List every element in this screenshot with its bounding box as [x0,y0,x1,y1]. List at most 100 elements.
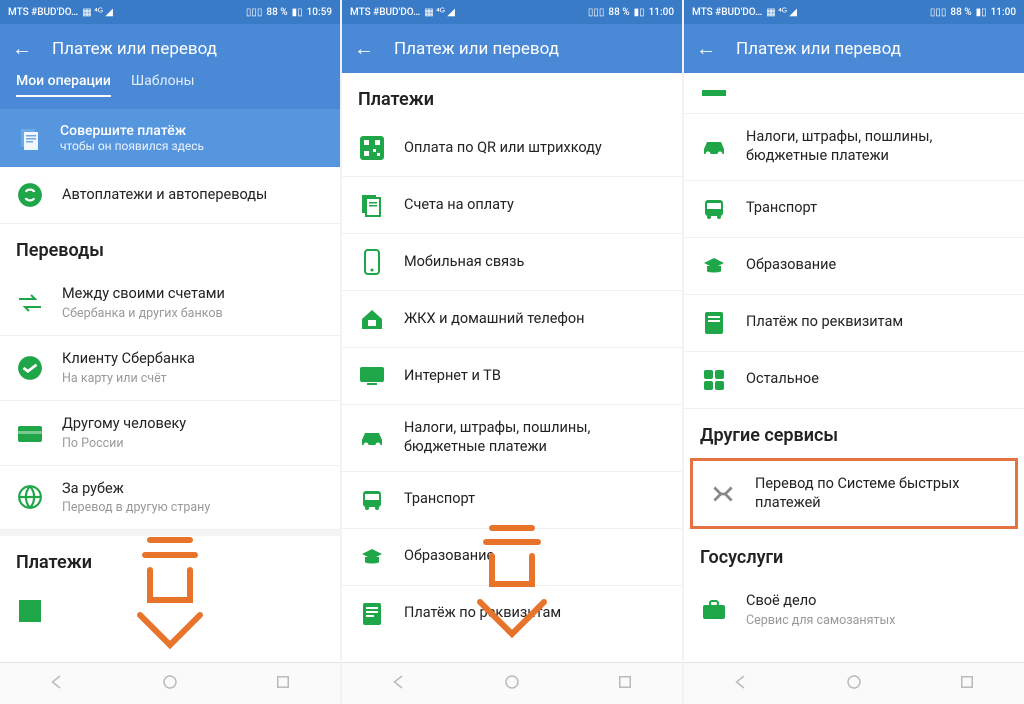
tab-my-operations[interactable]: Мои операции [16,73,111,97]
row-transport[interactable]: Транспорт [684,181,1024,238]
row-mobile[interactable]: Мобильная связь [342,234,682,291]
navbar [0,662,340,704]
nav-back-icon[interactable] [390,673,408,695]
row-sber-client[interactable]: Клиенту Сбербанка На карту или счёт [0,336,340,401]
row-title: Между своими счетами [62,285,225,304]
row-taxes[interactable]: Налоги, штрафы, пошлины, бюджетные плате… [684,114,1024,181]
nav-recent-icon[interactable] [616,673,634,695]
nav-back-icon[interactable] [732,673,750,695]
row-title: Перевод по Системе быстрых платежей [755,475,999,513]
back-icon[interactable]: ← [354,36,374,61]
education-icon [700,252,728,280]
battery-icon: ▮▯ [292,7,303,18]
row-title: Клиенту Сбербанка [62,350,195,369]
payments-heading: Платежи [0,536,340,583]
screen-2: MTS #BUD'DO… ▦ ⁴ᴳ ◢ ▯▯▯ 88 % ▮▯ 11:00 ← … [342,0,682,704]
carrier-label: MTS #BUD'DO… [350,7,420,18]
row-title: Платёж по реквизитам [746,313,903,332]
row-title: Налоги, штрафы, пошлины, бюджетные плате… [746,128,1008,166]
grid-icon [700,366,728,394]
swap-icon [16,289,44,317]
nav-recent-icon[interactable] [958,673,976,695]
promo-title: Совершите платёж [60,123,204,139]
briefcase-icon [700,596,728,624]
statusbar: MTS #BUD'DO… ▦ ⁴ᴳ ◢ ▯▯▯ 88 % ▮▯ 11:00 [342,0,682,24]
row-title: Остальное [746,370,819,389]
autopay-label: Автоплатежи и автопереводы [62,186,267,205]
nav-home-icon[interactable] [161,673,179,695]
bus-icon [700,195,728,223]
vibrate-icon: ▯▯▯ [930,7,947,18]
receipt-icon [16,124,44,152]
nav-back-icon[interactable] [48,673,66,695]
row-qr[interactable]: Оплата по QR или штрихкоду [342,120,682,177]
other-services-heading: Другие сервисы [684,409,1024,456]
navbar [684,662,1024,704]
row-internet[interactable]: Интернет и ТВ [342,348,682,405]
battery-label: 88 % [608,7,629,18]
row-taxes[interactable]: Налоги, штрафы, пошлины, бюджетные плате… [342,405,682,472]
transfers-heading: Переводы [0,224,340,271]
car-icon [358,424,386,452]
education-icon [358,543,386,571]
row-title: Образование [404,547,494,566]
row-sub: Сбербанка и других банков [62,306,225,321]
doc-icon [358,600,386,628]
promo-sub: чтобы он появился здесь [60,139,204,153]
sber-icon [16,354,44,382]
mobile-icon [358,248,386,276]
nav-home-icon[interactable] [845,673,863,695]
sync-icon [16,181,44,209]
row-education[interactable]: Образование [342,529,682,586]
tab-templates[interactable]: Шаблоны [131,73,195,97]
page-title: Платеж или перевод [394,39,559,59]
bill-icon [358,191,386,219]
header: ← Платеж или перевод [0,24,340,73]
nav-home-icon[interactable] [503,673,521,695]
row-title: ЖКХ и домашний телефон [404,310,585,329]
card-icon [16,419,44,447]
time-label: 11:00 [991,7,1016,18]
row-title: Мобильная связь [404,253,524,272]
autopay-row[interactable]: Автоплатежи и автопереводы [0,167,340,224]
row-requisites[interactable]: Платёж по реквизитам [684,295,1024,352]
screen-3: MTS #BUD'DO… ▦ ⁴ᴳ ◢ ▯▯▯ 88 % ▮▯ 11:00 ← … [684,0,1024,704]
home-icon [358,305,386,333]
row-prev-stub[interactable] [684,73,1024,114]
statusbar: MTS #BUD'DO… ▦ ⁴ᴳ ◢ ▯▯▯ 88 % ▮▯ 10:59 [0,0,340,24]
vibrate-icon: ▯▯▯ [588,7,605,18]
battery-icon: ▮▯ [634,7,645,18]
row-requisites[interactable]: Платёж по реквизитам [342,586,682,642]
signal-icon: ▦ ⁴ᴳ ◢ [766,7,797,18]
row-bills[interactable]: Счета на оплату [342,177,682,234]
header: ← Платеж или перевод [342,24,682,73]
row-other-person[interactable]: Другому человекуПо России [0,401,340,466]
row-title: Оплата по QR или штрихкоду [404,139,602,158]
row-svoe-delo[interactable]: Своё делоСервис для самозанятых [684,578,1024,642]
bus-icon [358,486,386,514]
signal-icon: ▦ ⁴ᴳ ◢ [82,7,113,18]
nav-recent-icon[interactable] [274,673,292,695]
row-utilities[interactable]: ЖКХ и домашний телефон [342,291,682,348]
doc-icon [700,309,728,337]
row-title: За рубеж [62,480,210,499]
back-icon[interactable]: ← [12,36,32,61]
row-between-accounts[interactable]: Между своими счетами Сбербанка и других б… [0,271,340,336]
qr-icon [358,134,386,162]
car-icon [700,133,728,161]
row-sbp[interactable]: Перевод по Системе быстрых платежей [693,461,1015,527]
promo-banner[interactable]: Совершите платёж чтобы он появился здесь [0,109,340,167]
back-icon[interactable]: ← [696,36,716,61]
battery-label: 88 % [266,7,287,18]
row-other[interactable]: Остальное [684,352,1024,409]
row-sub: На карту или счёт [62,371,195,386]
row-stub[interactable] [0,583,340,627]
carrier-label: MTS #BUD'DO… [692,7,762,18]
row-education[interactable]: Образование [684,238,1024,295]
tabs: Мои операции Шаблоны [0,73,340,109]
navbar [342,662,682,704]
row-abroad[interactable]: За рубежПеревод в другую страну [0,466,340,531]
screen-1: MTS #BUD'DO… ▦ ⁴ᴳ ◢ ▯▯▯ 88 % ▮▯ 10:59 ← … [0,0,340,704]
row-transport[interactable]: Транспорт [342,472,682,529]
row-title: Платёж по реквизитам [404,604,561,623]
